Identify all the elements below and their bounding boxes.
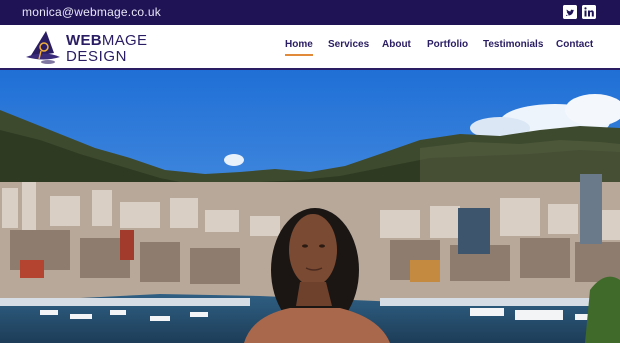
site-logo[interactable]: WEBMAGE DESIGN <box>24 27 164 67</box>
email-link[interactable]: monica@webmage.co.uk <box>22 5 161 19</box>
hero-photo-monaco <box>0 70 620 343</box>
logo-text-line2: DESIGN <box>66 48 128 65</box>
wizard-hat-icon <box>26 31 60 64</box>
linkedin-icon[interactable] <box>582 5 596 19</box>
nav-about[interactable]: About <box>382 39 411 50</box>
nav-contact[interactable]: Contact <box>556 39 593 50</box>
hero-image <box>0 70 620 343</box>
top-contact-bar: monica@webmage.co.uk <box>0 0 620 25</box>
twitter-icon[interactable] <box>563 5 577 19</box>
nav-services[interactable]: Services <box>328 39 369 50</box>
logo-text-line1: WEBMAGE <box>66 32 148 49</box>
nav-home[interactable]: Home <box>285 39 313 56</box>
nav-testimonials[interactable]: Testimonials <box>483 39 543 50</box>
nav-portfolio[interactable]: Portfolio <box>427 39 468 50</box>
main-navigation: WEBMAGE DESIGN Home Services About Portf… <box>0 25 620 70</box>
